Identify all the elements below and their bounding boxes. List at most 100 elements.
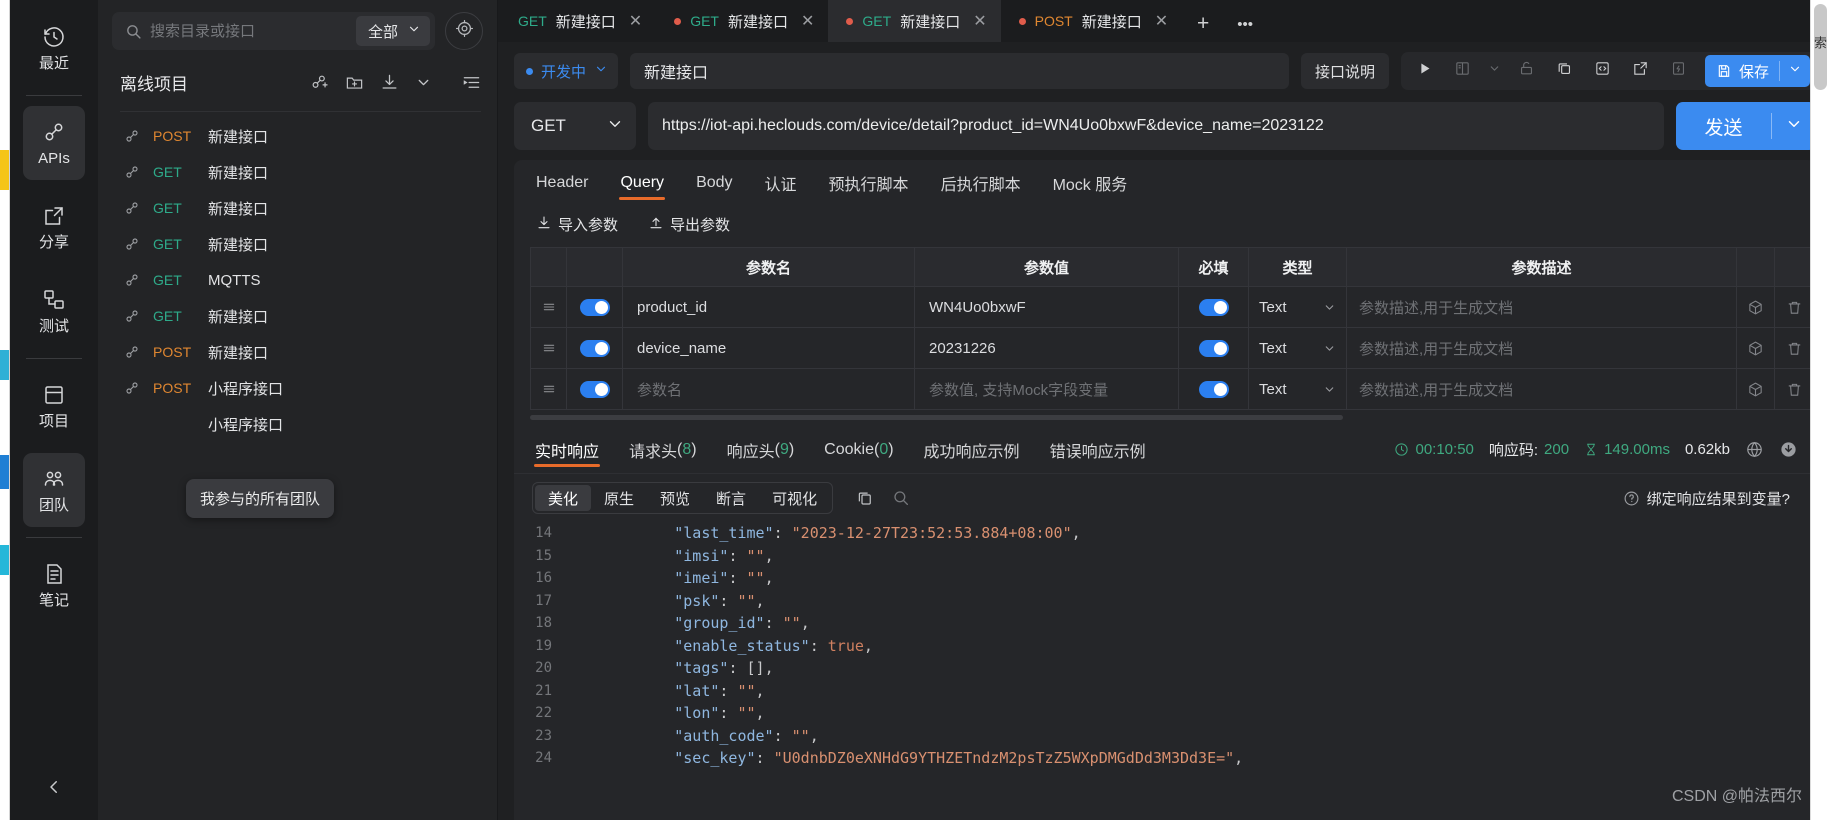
list-item[interactable]: GET 新建接口 bbox=[98, 298, 497, 334]
rail-item-test[interactable]: 测试 bbox=[23, 274, 85, 348]
list-item[interactable]: POST 新建接口 bbox=[98, 118, 497, 154]
param-value-input[interactable]: 20231226 bbox=[915, 328, 1179, 368]
list-item[interactable]: POST 新建接口 bbox=[98, 334, 497, 370]
rail-item-apis[interactable]: APIs bbox=[23, 106, 85, 180]
cube-icon[interactable] bbox=[1737, 328, 1775, 368]
rail-item-note[interactable]: 笔记 bbox=[23, 548, 85, 622]
save-dropdown-caret[interactable] bbox=[1782, 62, 1808, 80]
list-item[interactable]: GET MQTTS bbox=[98, 262, 497, 298]
run-icon-button[interactable] bbox=[1407, 55, 1443, 87]
list-item[interactable]: 小程序接口 bbox=[98, 406, 497, 442]
search-input[interactable] bbox=[150, 22, 356, 40]
trash-icon[interactable] bbox=[1775, 287, 1813, 327]
param-type-select[interactable]: Text bbox=[1249, 369, 1347, 409]
list-item[interactable]: GET 新建接口 bbox=[98, 190, 497, 226]
add-folder-icon[interactable] bbox=[345, 73, 364, 92]
param-desc-input[interactable]: 参数描述,用于生成文档 bbox=[1347, 369, 1737, 409]
row-enabled-toggle[interactable] bbox=[567, 287, 623, 327]
tab-header[interactable]: Header bbox=[520, 160, 604, 206]
editor-tab[interactable]: GET 新建接口 ✕ bbox=[500, 0, 656, 42]
new-tab-button[interactable]: + bbox=[1182, 6, 1224, 42]
toolbar-dropdown-button[interactable] bbox=[1483, 55, 1507, 87]
rail-item-project[interactable]: 项目 bbox=[23, 369, 85, 443]
api-status-dropdown[interactable]: 开发中 bbox=[514, 53, 619, 89]
response-code-viewer[interactable]: 14 "last_time": "2023-12-27T23:52:53.884… bbox=[514, 522, 1816, 820]
tab-request-headers[interactable]: 请求头(8) bbox=[614, 426, 712, 474]
format-raw[interactable]: 原生 bbox=[591, 485, 647, 511]
row-enabled-toggle[interactable] bbox=[567, 369, 623, 409]
param-required-toggle[interactable] bbox=[1179, 287, 1249, 327]
search-box[interactable]: 全部 bbox=[112, 12, 435, 50]
tab-mock[interactable]: Mock 服务 bbox=[1037, 160, 1144, 206]
param-name-input[interactable]: product_id bbox=[623, 287, 915, 327]
api-description-button[interactable]: 接口说明 bbox=[1300, 53, 1389, 89]
collapse-list-icon[interactable] bbox=[462, 73, 481, 92]
tab-error-example[interactable]: 错误响应示例 bbox=[1035, 426, 1161, 474]
tab-success-example[interactable]: 成功响应示例 bbox=[909, 426, 1035, 474]
param-type-select[interactable]: Text bbox=[1249, 287, 1347, 327]
param-required-toggle[interactable] bbox=[1179, 369, 1249, 409]
drag-handle-icon[interactable] bbox=[531, 287, 567, 327]
download-circle-icon[interactable] bbox=[1779, 440, 1798, 459]
copy-icon[interactable] bbox=[847, 482, 883, 514]
close-icon[interactable]: ✕ bbox=[801, 11, 814, 31]
tab-query[interactable]: Query bbox=[604, 160, 680, 206]
format-beautify[interactable]: 美化 bbox=[535, 485, 592, 511]
export-params-button[interactable]: 导出参数 bbox=[648, 214, 730, 235]
search-icon[interactable] bbox=[883, 482, 919, 514]
tab-response-headers[interactable]: 响应头(9) bbox=[712, 426, 810, 474]
browser-scrollbar[interactable]: 索 bbox=[1810, 0, 1830, 820]
param-desc-input[interactable]: 参数描述,用于生成文档 bbox=[1347, 287, 1737, 327]
import-icon[interactable] bbox=[380, 73, 399, 92]
lock-icon-button[interactable] bbox=[1509, 55, 1545, 87]
chevron-down-icon[interactable] bbox=[415, 74, 432, 91]
tab-auth[interactable]: 认证 bbox=[749, 160, 813, 206]
rail-item-recent[interactable]: 最近 bbox=[23, 11, 85, 85]
close-icon[interactable]: ✕ bbox=[629, 11, 642, 31]
send-button[interactable]: 发送 bbox=[1676, 102, 1816, 150]
copy-icon-button[interactable] bbox=[1547, 55, 1583, 87]
doc-icon-button[interactable] bbox=[1445, 55, 1481, 87]
param-type-select[interactable]: Text bbox=[1249, 328, 1347, 368]
format-visualize[interactable]: 可视化 bbox=[759, 485, 830, 511]
drag-handle-icon[interactable] bbox=[531, 369, 567, 409]
search-scope-dropdown[interactable]: 全部 bbox=[355, 16, 430, 46]
row-enabled-toggle[interactable] bbox=[567, 328, 623, 368]
editor-tab[interactable]: POST 新建接口 ✕ bbox=[1001, 0, 1183, 42]
export-icon-button[interactable] bbox=[1623, 55, 1659, 87]
trash-icon[interactable] bbox=[1775, 369, 1813, 409]
param-value-input[interactable]: WN4Uo0bxwF bbox=[915, 287, 1179, 327]
bind-response-variable-button[interactable]: 绑定响应结果到变量? bbox=[1623, 488, 1798, 509]
trash-icon[interactable] bbox=[1775, 328, 1813, 368]
format-preview[interactable]: 预览 bbox=[647, 485, 703, 511]
rail-item-share[interactable]: 分享 bbox=[23, 190, 85, 264]
editor-tab[interactable]: GET 新建接口 ✕ bbox=[656, 0, 828, 42]
cube-icon[interactable] bbox=[1737, 287, 1775, 327]
flash-icon-button[interactable] bbox=[1661, 55, 1697, 87]
globe-icon[interactable] bbox=[1745, 440, 1764, 459]
cube-icon[interactable] bbox=[1737, 369, 1775, 409]
param-name-input[interactable]: device_name bbox=[623, 328, 915, 368]
url-input[interactable]: https://iot-api.heclouds.com/device/deta… bbox=[648, 102, 1664, 150]
close-icon[interactable]: ✕ bbox=[973, 11, 986, 31]
list-item[interactable]: GET 新建接口 bbox=[98, 226, 497, 262]
tab-cookie[interactable]: Cookie(0) bbox=[809, 426, 908, 474]
collapse-rail-button[interactable] bbox=[37, 772, 71, 806]
tab-realtime-response[interactable]: 实时响应 bbox=[520, 426, 614, 474]
tab-postscript[interactable]: 后执行脚本 bbox=[925, 160, 1037, 206]
api-name-input[interactable]: 新建接口 bbox=[630, 53, 1289, 89]
save-button[interactable]: 保存 bbox=[1704, 55, 1810, 87]
tab-prescript[interactable]: 预执行脚本 bbox=[813, 160, 925, 206]
locate-icon-button[interactable] bbox=[445, 12, 483, 50]
import-params-button[interactable]: 导入参数 bbox=[536, 214, 618, 235]
http-method-select[interactable]: GET bbox=[514, 102, 636, 150]
list-item[interactable]: GET 新建接口 bbox=[98, 154, 497, 190]
code-icon-button[interactable] bbox=[1585, 55, 1621, 87]
add-api-icon[interactable] bbox=[310, 73, 329, 92]
param-required-toggle[interactable] bbox=[1179, 328, 1249, 368]
close-icon[interactable]: ✕ bbox=[1155, 11, 1168, 31]
tab-body[interactable]: Body bbox=[680, 160, 748, 206]
list-item[interactable]: POST 小程序接口 bbox=[98, 370, 497, 406]
rail-item-team[interactable]: 团队 bbox=[23, 453, 85, 527]
tab-overflow-menu[interactable]: ••• bbox=[1224, 6, 1266, 42]
